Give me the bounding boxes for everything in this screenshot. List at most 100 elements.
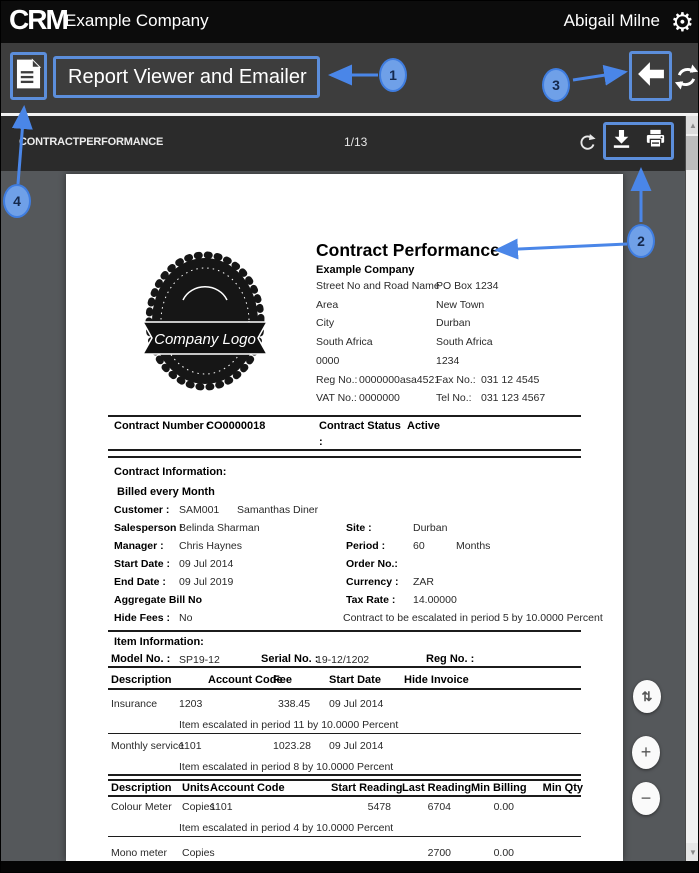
fit-to-page-icon: ⇅ (642, 689, 653, 705)
report-page: Company Logo Contract Performance Exampl… (66, 174, 623, 861)
scroll-down-button[interactable]: ▼ (686, 843, 699, 861)
print-button[interactable] (646, 129, 665, 153)
end-date-label: End Date : (114, 576, 166, 588)
meter-row-last-reading: 6704 (396, 801, 451, 813)
meter-row-last-reading: 2700 (396, 847, 451, 859)
contract-escalation-note: Contract to be escalated in period 5 by … (343, 612, 603, 624)
column-header: Account Code (208, 674, 283, 686)
address-line: 0000 (316, 355, 339, 367)
zoom-out-icon: − (641, 788, 652, 809)
fee-row-account: 1203 (179, 698, 202, 710)
callout-2: 2 (627, 224, 655, 258)
report-company: Example Company (316, 264, 414, 276)
address-line: Area (316, 299, 338, 311)
gear-icon[interactable]: ⚙ (671, 4, 694, 40)
address-line: City (316, 317, 334, 329)
document-icon (16, 58, 41, 95)
module-toolbar: Report Viewer and Emailer (1, 43, 699, 114)
company-logo-badge: Company Logo (141, 248, 269, 399)
address-line: South Africa (316, 336, 373, 348)
document-viewer[interactable]: Company Logo Contract Performance Exampl… (1, 171, 685, 861)
fax-no-value: 031 12 4545 (481, 374, 539, 386)
vertical-scrollbar[interactable]: ▲ ▼ (685, 116, 699, 861)
column-header: Description (111, 782, 172, 794)
tax-rate-label: Tax Rate : (346, 594, 395, 606)
meter-row-units: Copies (182, 847, 215, 859)
fit-to-page-button[interactable]: ⇅ (633, 680, 661, 713)
zoom-out-button[interactable]: − (632, 782, 660, 815)
column-header: Min Qty (541, 782, 583, 794)
back-arrow-icon (637, 61, 665, 92)
divider (108, 733, 581, 734)
fee-row-start: 09 Jul 2014 (329, 698, 383, 710)
serial-no-label: Serial No. : (261, 653, 318, 665)
salesperson-value: Belinda Sharman (179, 522, 260, 534)
report-name: CONTRACTPERFORMANCE (19, 136, 163, 148)
back-button[interactable] (629, 51, 672, 101)
column-header: Min Billing (471, 782, 526, 794)
crm-logo[interactable]: CRM (9, 4, 67, 36)
scroll-up-icon: ▲ (689, 121, 697, 130)
page-indicator: 1/13 (344, 135, 367, 149)
hide-fees-value: No (179, 612, 192, 624)
tax-rate-value: 14.00000 (413, 594, 457, 606)
download-print-group (603, 122, 674, 160)
period-value: 60 (413, 540, 425, 552)
model-no-value: SP19-12 (179, 654, 220, 666)
escalation-note: Item escalated in period 4 by 10.0000 Pe… (179, 822, 393, 834)
zoom-in-button[interactable]: + (632, 736, 660, 769)
scrollbar-thumb[interactable] (686, 136, 699, 170)
site-label: Site : (346, 522, 372, 534)
start-date-label: Start Date : (114, 558, 170, 570)
end-date-value: 09 Jul 2019 (179, 576, 233, 588)
customer-code: SAM001 (179, 504, 219, 516)
column-header: Start Reading (331, 782, 397, 794)
contract-number-label: Contract Number : (114, 420, 211, 432)
callout-3: 3 (542, 68, 570, 102)
title-bar: CRM Example Company Abigail Milne ⚙ (1, 1, 699, 43)
hide-fees-label: Hide Fees : (114, 612, 170, 624)
reg-no-value: 0000000asa4521 (359, 374, 440, 386)
item-info-heading: Item Information: (114, 636, 204, 648)
page-title: Report Viewer and Emailer (53, 56, 320, 98)
tel-no-label: Tel No.: (436, 392, 472, 404)
report-toolbar: CONTRACTPERFORMANCE 1/13 (1, 116, 685, 171)
escalation-note: Item escalated in period 8 by 10.0000 Pe… (179, 761, 393, 773)
reload-button[interactable] (673, 59, 699, 100)
logo-text: Company Logo (154, 331, 256, 348)
scroll-up-button[interactable]: ▲ (686, 116, 699, 134)
divider (108, 456, 581, 458)
customer-label: Customer : (114, 504, 169, 516)
meter-row-description: Mono meter (111, 847, 167, 859)
address-line: 1234 (436, 355, 459, 367)
vat-no-label: VAT No.: (316, 392, 357, 404)
period-unit: Months (456, 540, 490, 552)
fee-row-account: 1101 (179, 740, 202, 752)
logged-in-user[interactable]: Abigail Milne (564, 11, 660, 31)
report-title: Contract Performance (316, 240, 500, 261)
column-header: Start Date (329, 674, 381, 686)
address-line: Durban (436, 317, 470, 329)
order-no-label: Order No.: (346, 558, 398, 570)
report-document-button[interactable] (10, 52, 47, 100)
divider (108, 415, 581, 417)
tel-no-value: 031 123 4567 (481, 392, 545, 404)
escalation-note: Item escalated in period 11 by 10.0000 P… (179, 719, 398, 731)
period-label: Period : (346, 540, 385, 552)
contract-info-heading: Contract Information: (114, 466, 226, 478)
fee-row-description: Insurance (111, 698, 157, 710)
fee-row-description: Monthly service (111, 740, 184, 752)
salesperson-label: Salesperson : (114, 522, 183, 534)
reg-no-item-label: Reg No. : (426, 653, 474, 665)
meter-row-description: Colour Meter (111, 801, 172, 813)
fax-no-label: Fax No.: (436, 374, 476, 386)
company-name: Example Company (65, 11, 209, 31)
column-header: Account Code (210, 782, 285, 794)
address-line: PO Box 1234 (436, 280, 498, 292)
fee-row-fee: 1023.28 (273, 740, 311, 752)
reg-no-label: Reg No.: (316, 374, 357, 386)
column-header: Hide Invoice (404, 674, 469, 686)
refresh-report-button[interactable] (578, 133, 597, 158)
divider (108, 779, 581, 781)
download-button[interactable] (613, 129, 630, 153)
